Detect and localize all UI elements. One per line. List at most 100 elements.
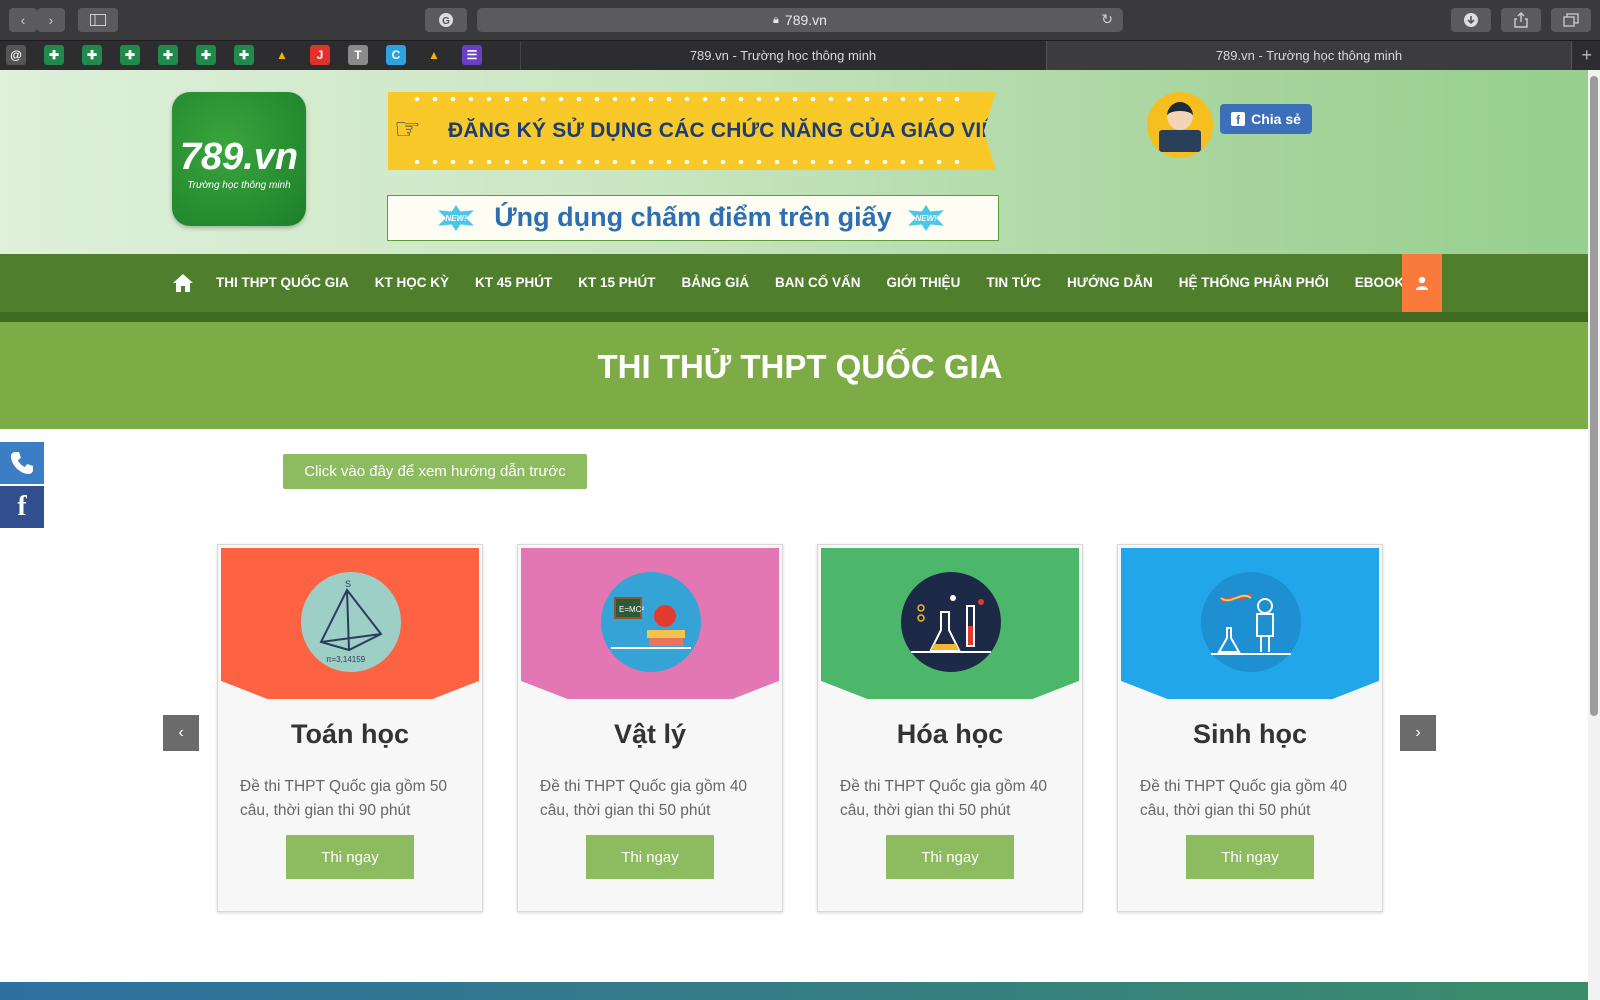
card-title: Vật lý bbox=[613, 719, 687, 749]
user-login-button[interactable] bbox=[1402, 254, 1442, 312]
nav-item[interactable]: BAN CỐ VẤN bbox=[762, 254, 874, 312]
list-app-icon[interactable]: ☰ bbox=[462, 45, 482, 65]
nav-item[interactable]: BẢNG GIÁ bbox=[669, 254, 763, 312]
card-description: Đề thi THPT Quốc gia gồm 40 câu, thời gi… bbox=[1140, 778, 1348, 819]
avatar-book bbox=[1159, 130, 1201, 152]
subject-card: Sinh học Đề thi THPT Quốc gia gồm 40 câu,… bbox=[1117, 544, 1383, 912]
plus-app-icon[interactable]: ✚ bbox=[234, 45, 254, 65]
site-logo[interactable]: 789.vn Trường học thông minh bbox=[172, 92, 306, 226]
grammarly-extension-button[interactable]: G bbox=[425, 8, 467, 32]
floating-phone-button[interactable] bbox=[0, 442, 44, 484]
nav-items: THI THPT QUỐC GIA KT HỌC KỲ KT 45 PHÚT KT 1… bbox=[163, 254, 1417, 312]
home-icon bbox=[173, 274, 193, 292]
google-drive-icon[interactable]: ▲ bbox=[424, 45, 444, 65]
tab-title: 789.vn - Trường học thông minh bbox=[689, 48, 877, 63]
nav-item[interactable]: KT 15 PHÚT bbox=[565, 254, 668, 312]
nav-item[interactable]: KT HỌC KỲ bbox=[362, 254, 462, 312]
banner-app-text: Ứng dụng chấm điểm trên giấy bbox=[494, 202, 892, 232]
pyramid-geometry-icon: Sπ=3,14159 bbox=[301, 572, 401, 672]
pointing-hand-icon: ☞ bbox=[394, 113, 421, 146]
downloads-button[interactable] bbox=[1451, 8, 1491, 32]
google-drive-icon[interactable]: ▲ bbox=[272, 45, 292, 65]
new-tab-button[interactable]: + bbox=[1581, 45, 1592, 66]
forward-button[interactable]: › bbox=[37, 8, 65, 32]
paper-grading-app-banner[interactable]: NEW! Ứng dụng chấm điểm trên giấy NEW! bbox=[387, 195, 999, 241]
j-app-icon[interactable]: J bbox=[310, 45, 330, 65]
plus-icon: + bbox=[1581, 45, 1592, 65]
tabs-icon bbox=[1563, 13, 1579, 27]
share-icon bbox=[1514, 12, 1528, 28]
banner-dots bbox=[408, 97, 968, 101]
start-exam-button[interactable]: Thi ngay bbox=[586, 835, 714, 879]
card-title: Hóa học bbox=[896, 719, 1004, 749]
plus-app-icon[interactable]: ✚ bbox=[158, 45, 178, 65]
svg-text:π=3,14159: π=3,14159 bbox=[326, 655, 366, 664]
svg-text:G: G bbox=[442, 16, 450, 27]
carousel-next-button[interactable]: › bbox=[1400, 715, 1436, 751]
nav-item[interactable]: KT 45 PHÚT bbox=[462, 254, 565, 312]
facebook-share-button[interactable]: f Chia sẻ bbox=[1220, 104, 1312, 134]
user-icon bbox=[1416, 276, 1428, 290]
avatar-head bbox=[1167, 102, 1193, 130]
carousel-prev-button[interactable]: ‹ bbox=[163, 715, 199, 751]
nav-home[interactable] bbox=[163, 254, 203, 312]
card-header: Sπ=3,14159 bbox=[221, 548, 479, 699]
guide-button[interactable]: Click vào đây để xem hướng dẫn trước bbox=[283, 454, 587, 489]
student-reading-avatar bbox=[1147, 92, 1213, 158]
card-description: Đề thi THPT Quốc gia gồm 40 câu, thời gi… bbox=[540, 778, 748, 819]
web-page: 789.vn Trường học thông minh ☞ ĐĂNG KÝ S… bbox=[0, 70, 1600, 1000]
lock-icon: 🔒︎ bbox=[773, 13, 779, 26]
nav-item[interactable]: HƯỚNG DẪN bbox=[1054, 254, 1166, 312]
tab-title: 789.vn - Trường học thông minh bbox=[1215, 48, 1403, 63]
facebook-icon: f bbox=[1231, 112, 1246, 126]
nav-item[interactable]: HỆ THỐNG PHÂN PHỐI bbox=[1166, 254, 1342, 312]
hero-section: THI THỬ THPT QUỐC GIA bbox=[0, 322, 1600, 429]
svg-text:E=MC²: E=MC² bbox=[619, 605, 644, 614]
scrollbar-thumb[interactable] bbox=[1590, 76, 1598, 716]
subject-card: Sπ=3,14159 Toán học Đề thi THPT Quốc gia g… bbox=[217, 544, 483, 912]
floating-facebook-button[interactable]: f bbox=[0, 486, 44, 528]
subject-card: E=MC² Vật lý Đề thi THPT Quốc gia gồm 40 c… bbox=[517, 544, 783, 912]
logo-text: 789.vn bbox=[179, 136, 299, 178]
start-exam-button[interactable]: Thi ngay bbox=[286, 835, 414, 879]
page-title: THI THỬ THPT QUỐC GIA bbox=[597, 348, 1003, 385]
start-exam-button[interactable]: Thi ngay bbox=[1186, 835, 1314, 879]
sidebar-toggle-button[interactable] bbox=[78, 8, 118, 32]
c-app-icon[interactable]: C bbox=[386, 45, 406, 65]
card-description: Đề thi THPT Quốc gia gồm 50 câu, thời gi… bbox=[240, 778, 448, 819]
scrollbar[interactable] bbox=[1588, 70, 1600, 1000]
chevron-right-icon: › bbox=[1415, 724, 1421, 741]
card-header bbox=[1121, 548, 1379, 699]
tabs-overview-button[interactable] bbox=[1551, 8, 1591, 32]
address-bar[interactable]: 🔒︎ 789.vn ↻ bbox=[477, 8, 1123, 32]
card-header: E=MC² bbox=[521, 548, 779, 699]
chemistry-flask-icon bbox=[901, 572, 1001, 672]
plus-app-icon[interactable]: ✚ bbox=[196, 45, 216, 65]
share-button[interactable] bbox=[1501, 8, 1541, 32]
card-description: Đề thi THPT Quốc gia gồm 40 câu, thời gi… bbox=[840, 778, 1048, 819]
tab-active[interactable]: 789.vn - Trường học thông minh bbox=[1046, 41, 1572, 70]
tab-inactive[interactable]: 789.vn - Trường học thông minh bbox=[520, 41, 1045, 70]
nav-item[interactable]: TIN TỨC bbox=[973, 254, 1054, 312]
back-button[interactable]: ‹ bbox=[9, 8, 37, 32]
teacher-register-banner[interactable]: ☞ ĐĂNG KÝ SỬ DỤNG CÁC CHỨC NĂNG CỦA GIÁO… bbox=[388, 92, 996, 170]
sidebar-icon bbox=[90, 14, 106, 26]
download-icon bbox=[1464, 13, 1478, 27]
phone-icon bbox=[11, 452, 33, 474]
card-title: Sinh học bbox=[1193, 719, 1307, 749]
plus-app-icon[interactable]: ✚ bbox=[120, 45, 140, 65]
chevron-right-icon: › bbox=[48, 12, 54, 28]
reload-icon[interactable]: ↻ bbox=[1101, 11, 1113, 28]
facebook-icon: f bbox=[17, 491, 27, 522]
t-app-icon[interactable]: T bbox=[348, 45, 368, 65]
nav-item[interactable]: GIỚI THIỆU bbox=[874, 254, 974, 312]
browser-toolbar: ‹ › G 🔒︎ 789.vn ↻ bbox=[0, 0, 1600, 40]
physics-apple-icon: E=MC² bbox=[601, 572, 701, 672]
nav-item[interactable]: THI THPT QUỐC GIA bbox=[203, 254, 362, 312]
plus-app-icon[interactable]: ✚ bbox=[82, 45, 102, 65]
at-icon[interactable]: @ bbox=[6, 45, 26, 65]
main-nav: THI THPT QUỐC GIA KT HỌC KỲ KT 45 PHÚT KT 1… bbox=[0, 254, 1600, 312]
card-title: Toán học bbox=[291, 719, 409, 749]
plus-app-icon[interactable]: ✚ bbox=[44, 45, 64, 65]
start-exam-button[interactable]: Thi ngay bbox=[886, 835, 1014, 879]
